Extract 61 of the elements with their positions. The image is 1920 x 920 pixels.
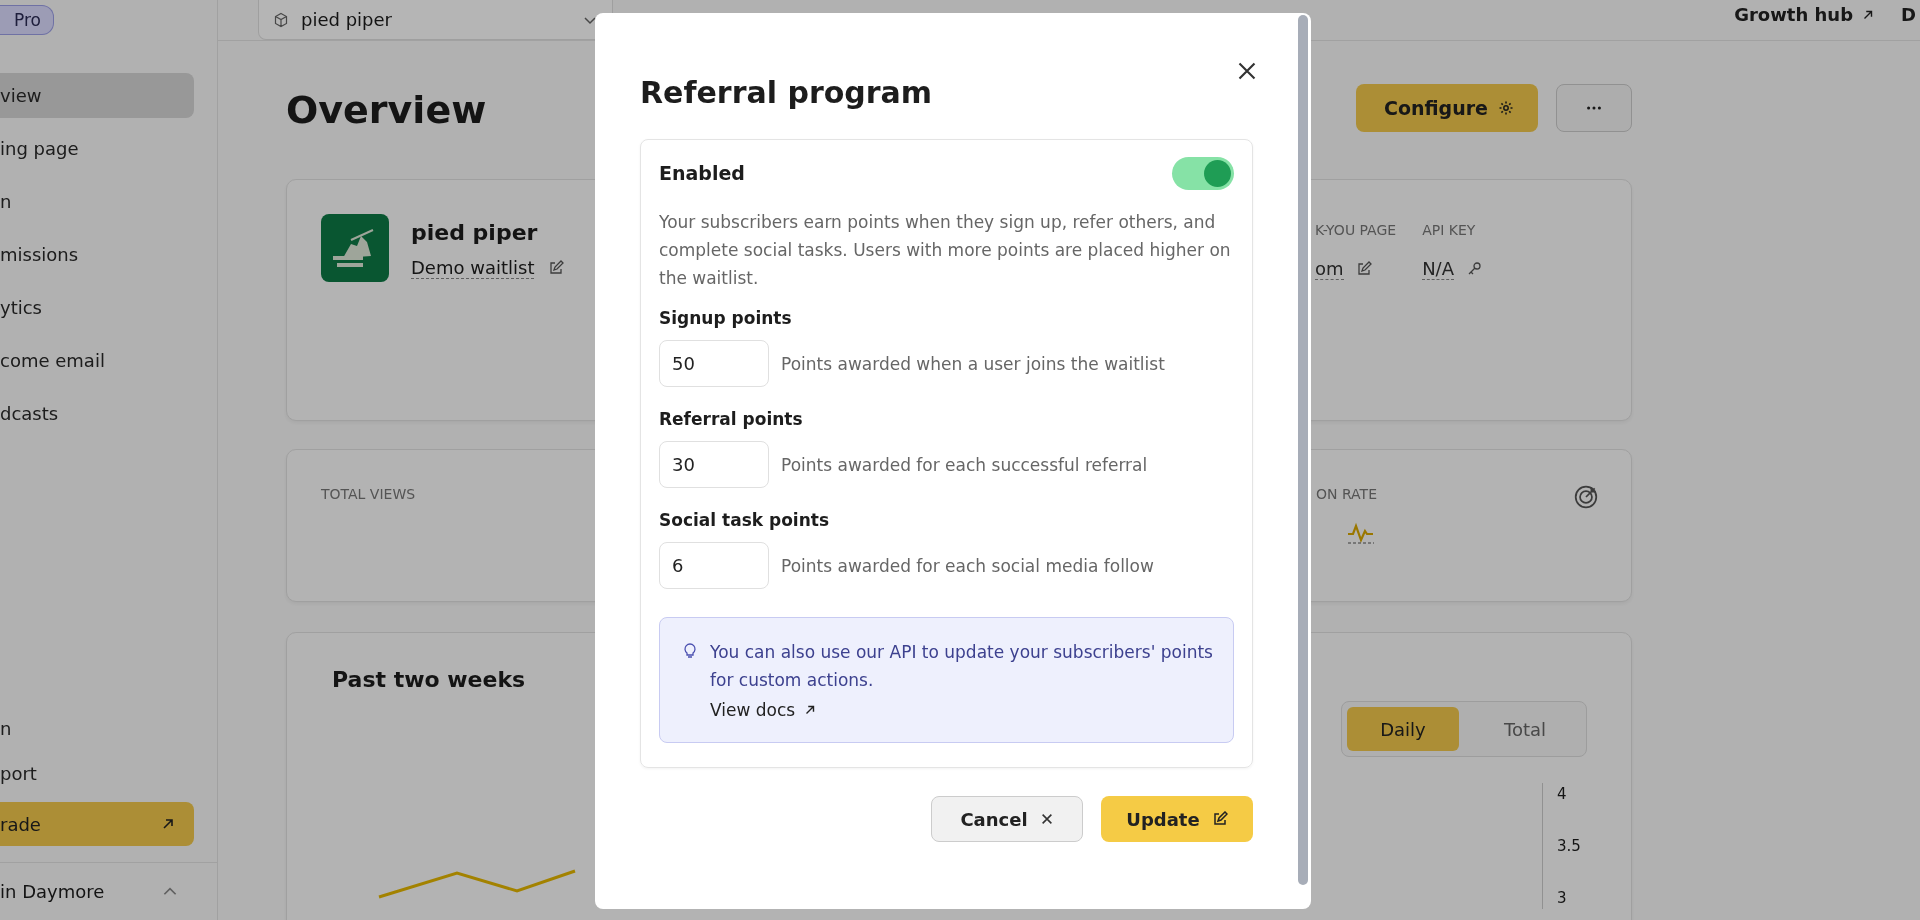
sidebar-item[interactable]: port xyxy=(0,751,194,796)
stat-label: ON RATE xyxy=(1316,486,1377,502)
edit-icon[interactable] xyxy=(1355,261,1372,277)
more-icon xyxy=(1585,105,1603,111)
update-button[interactable]: Update xyxy=(1101,796,1253,842)
field-label: Signup points xyxy=(659,308,793,328)
toggle-label: Enabled xyxy=(659,162,745,184)
sidebar-item[interactable]: come email xyxy=(0,338,194,383)
sidebar-item[interactable]: missions xyxy=(0,232,194,277)
dialog-title: Referral program xyxy=(640,75,933,110)
field-label: Social task points xyxy=(659,510,830,530)
header-link[interactable]: Growth hub xyxy=(1734,4,1876,25)
axis-label: 3.5 xyxy=(1557,836,1581,857)
plan-badge: Pro xyxy=(0,5,54,35)
field-label: Referral points xyxy=(659,409,804,429)
points-input[interactable]: 50 xyxy=(659,340,769,387)
field-hint: Points awarded when a user joins the waitlist xyxy=(781,353,1165,374)
project-selector[interactable]: pied piper xyxy=(258,0,613,40)
lightbulb-icon xyxy=(682,642,698,660)
enabled-toggle[interactable] xyxy=(1172,156,1234,190)
chart-title: Past two weeks xyxy=(332,667,526,692)
logo-icon xyxy=(321,214,389,282)
configure-button[interactable]: Configure xyxy=(1356,84,1538,132)
axis-label: 4 xyxy=(1557,784,1568,805)
field-value: N/A xyxy=(1422,258,1454,280)
waitlist-name: Demo waitlist xyxy=(411,257,535,279)
tip-text: You can also use our API to update your subscribers' points for custom actions. xyxy=(710,641,1213,692)
axis-label: 3 xyxy=(1557,888,1568,909)
description-text: Your subscribers earn points when they sign up, refer others, and complete social tasks. Users with more points are placed higher on the waitlist. xyxy=(659,211,1232,290)
points-input[interactable]: 6 xyxy=(659,542,769,589)
project-name: pied piper xyxy=(411,220,539,245)
stat-label: TOTAL VIEWS xyxy=(321,486,416,502)
field-hint: Points awarded for each social media follow xyxy=(781,555,1154,576)
cancel-button[interactable]: Cancel xyxy=(931,796,1083,842)
page-title: Overview xyxy=(286,88,487,132)
close-icon xyxy=(1039,812,1054,826)
docs-link[interactable]: View docs xyxy=(710,700,818,720)
edit-icon[interactable] xyxy=(548,260,565,276)
cube-icon xyxy=(273,11,289,28)
field-value: om xyxy=(1314,258,1344,280)
sidebar-item[interactable]: dcasts xyxy=(0,391,194,436)
edit-icon xyxy=(1211,811,1228,827)
upgrade-button[interactable]: rade xyxy=(0,802,194,846)
sidebar-item[interactable]: n xyxy=(0,706,194,751)
mode-tab[interactable]: Total xyxy=(1469,707,1581,751)
sidebar-item[interactable]: ytics xyxy=(0,285,194,330)
field-hint: Points awarded for each successful referral xyxy=(781,454,1148,475)
sidebar-item[interactable]: ing page xyxy=(0,126,194,171)
mode-tab[interactable]: Daily xyxy=(1347,707,1459,751)
field-label: K-YOU PAGE xyxy=(1314,222,1397,238)
user-name: in Daymore xyxy=(0,881,105,902)
sidebar-item[interactable]: n xyxy=(0,179,194,224)
key-icon[interactable] xyxy=(1466,261,1482,277)
activity-icon xyxy=(1346,522,1376,544)
target-icon xyxy=(1573,484,1599,510)
sidebar-item[interactable]: view xyxy=(0,73,194,118)
close-icon xyxy=(1237,61,1257,81)
field-label: API KEY xyxy=(1422,222,1477,238)
scrollbar[interactable] xyxy=(1298,15,1308,885)
header-link[interactable]: D xyxy=(1901,4,1916,25)
points-input[interactable]: 30 xyxy=(659,441,769,488)
